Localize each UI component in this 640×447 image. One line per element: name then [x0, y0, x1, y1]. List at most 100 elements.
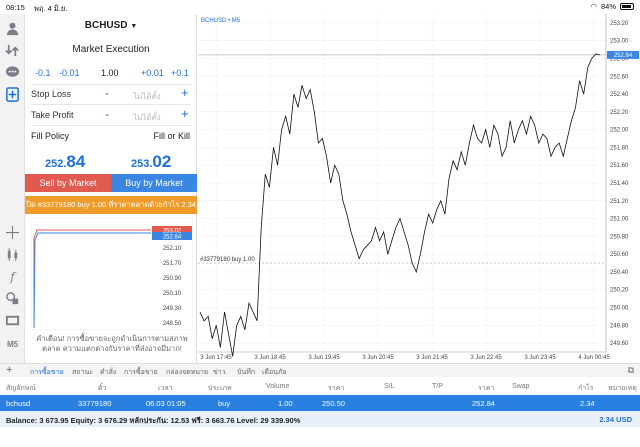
price-tick-label: 250.80 [610, 234, 629, 240]
price-tick-label: 251.40 [610, 181, 629, 187]
mini-tick-chart: 253.02 252.84 252.10 251.70 250.90 250.1… [31, 218, 193, 330]
take-profit-label: Take Profit [31, 110, 74, 120]
price-tick-label: 251.00 [610, 217, 629, 223]
volume-plus-0.1-button[interactable]: +0.1 [171, 68, 189, 78]
col-swap[interactable]: Swap [512, 383, 530, 390]
balance-row: Balance: 3 673.95 Equity: 3 676.29 หลักป… [0, 411, 640, 427]
time-tick-label: 3 Jun 22:45 [470, 355, 502, 361]
volume-plus-0.01-button[interactable]: +0.01 [141, 68, 164, 78]
fill-policy-value[interactable]: Fill or Kill [153, 131, 190, 141]
price-tick-label: 251.80 [610, 145, 629, 151]
time-tick-label: 3 Jun 19:45 [308, 355, 340, 361]
price-tick-label: 249.60 [610, 341, 629, 347]
balance-summary: Balance: 3 673.95 Equity: 3 676.29 หลักป… [6, 416, 301, 425]
sell-by-market-button[interactable]: Sell by Market [25, 174, 111, 192]
mini-price-label: 248.50 [163, 321, 182, 327]
stop-loss-label: Stop Loss [31, 89, 72, 99]
new-order-icon[interactable] [4, 86, 21, 103]
col-ticket[interactable]: ตั๋ว [98, 383, 106, 394]
chat-icon[interactable] [4, 64, 21, 81]
mini-price-label: 252.84 [163, 235, 182, 241]
trade-arrows-icon[interactable] [4, 42, 21, 59]
stop-loss-minus-button[interactable]: - [105, 86, 109, 100]
time-tick-label: 4 Jun 00:45 [578, 355, 610, 361]
symbol-selector[interactable]: BCHUSD ▼ [25, 20, 197, 31]
col-time[interactable]: เวลา [158, 383, 173, 394]
candles-icon[interactable] [4, 246, 21, 263]
price-tick-label: 252.20 [610, 110, 629, 116]
price-tick-label: 253.00 [610, 39, 629, 45]
position-time: 06.03 01:05 [146, 399, 186, 408]
time-tick-label: 3 Jun 20:45 [362, 355, 394, 361]
stop-loss-plus-button[interactable]: + [181, 85, 189, 100]
take-profit-plus-button[interactable]: + [181, 106, 189, 121]
price-tick-label: 253.20 [610, 21, 629, 27]
col-sl[interactable]: S/L [384, 383, 395, 390]
stop-loss-input[interactable]: ไม่ได้ตั้ง [133, 90, 161, 103]
price-tick-label: 251.60 [610, 163, 629, 169]
objects-icon[interactable] [4, 290, 21, 307]
price-tick-label: 250.00 [610, 306, 629, 312]
indicators-icon[interactable]: f [4, 268, 21, 285]
col-comment[interactable]: หมายเหตุ [608, 383, 637, 394]
price-tick-label: 250.20 [610, 288, 629, 294]
col-profit[interactable]: กำไร [578, 383, 593, 394]
buy-price: 253.02 [131, 152, 172, 171]
left-toolbar: f M5 [0, 14, 25, 363]
status-right: ◠ 84% [590, 2, 634, 11]
buy-by-market-button[interactable]: Buy by Market [111, 174, 197, 192]
symbol-name: BCHUSD [84, 20, 128, 31]
divider [31, 104, 191, 105]
price-tick-label: 249.80 [610, 323, 629, 329]
positions-header: สัญลักษณ์ ตั๋ว เวลา ประเภท Volume ราคา S… [0, 377, 640, 395]
col-price-open[interactable]: ราคา [328, 383, 344, 394]
status-bar: 08:15 พฤ. 4 มิ.ย. ◠ 84% [0, 0, 640, 14]
chart-title: BCHUSD • M5 [201, 18, 241, 24]
col-symbol[interactable]: สัญลักษณ์ [6, 383, 36, 394]
timeframe-icon[interactable]: M5 [4, 336, 21, 353]
price-tick-label: 252.40 [610, 92, 629, 98]
close-position-button[interactable]: ปิด #33779180 buy 1.00 ที่ราคาตลาดด้วยกำ… [25, 196, 197, 214]
take-profit-input[interactable]: ไม่ได้ตั้ง [133, 111, 161, 124]
layout-icon[interactable]: ⧉ [628, 365, 634, 376]
col-volume[interactable]: Volume [266, 383, 289, 390]
position-profit: 2.34 [580, 399, 595, 408]
wifi-icon: ◠ [590, 2, 597, 11]
position-row[interactable]: bchusd 33779180 06.03 01:05 buy 1.00 250… [0, 395, 640, 411]
price-tick-label: 250.40 [610, 270, 629, 276]
volume-minus-0.1-button[interactable]: -0.1 [35, 68, 51, 78]
currency: USD [616, 415, 632, 424]
market-warning: คำเตือน! การซื้อขายจะถูกดำเนินการตามสภาพ… [36, 334, 188, 353]
col-type[interactable]: ประเภท [208, 383, 232, 394]
account-icon[interactable] [4, 20, 21, 37]
price-chart[interactable]: BCHUSD • M5 253.20253.00252.80252.60252.… [198, 14, 640, 362]
mini-price-label: 251.70 [163, 261, 182, 267]
battery-icon [620, 3, 634, 10]
take-profit-minus-button[interactable]: - [105, 107, 109, 121]
chart-settings-icon[interactable] [4, 312, 21, 329]
price-tick-label: 250.60 [610, 252, 629, 258]
mini-price-label: 249.30 [163, 306, 182, 312]
add-icon[interactable]: + [6, 364, 12, 376]
volume-input[interactable]: 1.00 [101, 68, 119, 78]
current-price-label: 252.84 [614, 53, 633, 59]
price-tick-label: 252.00 [610, 128, 629, 134]
volume-minus-0.01-button[interactable]: -0.01 [59, 68, 80, 78]
battery-percent: 84% [600, 2, 616, 11]
position-symbol: bchusd [6, 399, 31, 408]
price-tick-label: 252.60 [610, 74, 629, 80]
time-tick-label: 3 Jun 23:45 [524, 355, 556, 361]
fill-policy-label: Fill Policy [31, 131, 70, 141]
position-price-current: 252.84 [472, 399, 495, 408]
position-price-open: 250.50 [322, 399, 345, 408]
col-tp[interactable]: T/P [432, 383, 443, 390]
crosshair-icon[interactable] [4, 224, 21, 241]
mini-price-label: 250.10 [163, 291, 182, 297]
position-volume: 1.00 [278, 399, 293, 408]
col-price-current[interactable]: ราคา [478, 383, 494, 394]
execution-type[interactable]: Market Execution [25, 44, 197, 55]
time-tick-label: 3 Jun 21:45 [416, 355, 448, 361]
position-label: #33779180 buy 1.00 [200, 257, 255, 263]
time-tick-label: 3 Jun 18:45 [254, 355, 286, 361]
position-ticket: 33779180 [78, 399, 112, 408]
